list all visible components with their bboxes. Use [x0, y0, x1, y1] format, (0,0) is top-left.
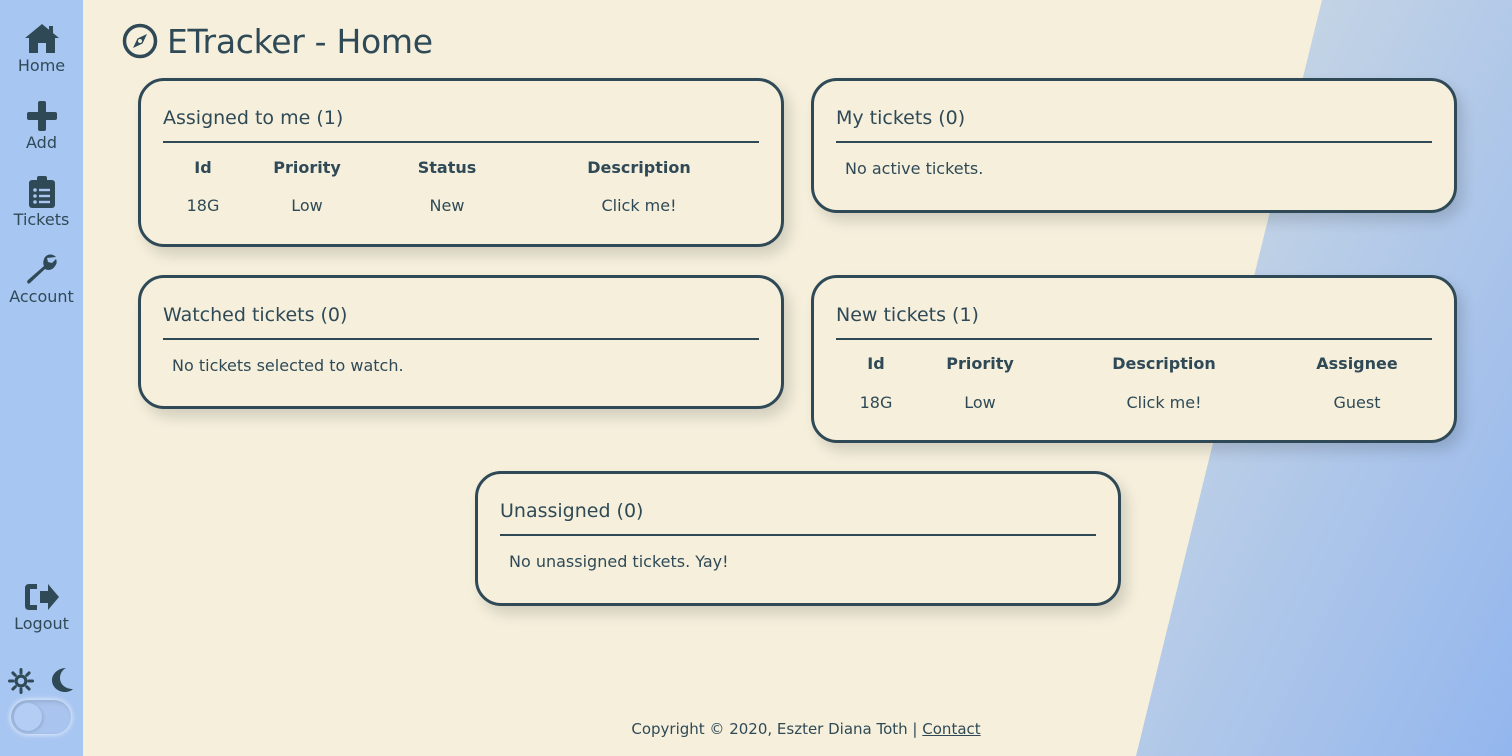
contact-link[interactable]: Contact	[922, 720, 980, 738]
card-title: New tickets (1)	[836, 304, 979, 326]
copyright-text: Copyright © 2020, Eszter Diana Toth |	[631, 720, 918, 738]
unassigned-card: Unassigned (0) No unassigned tickets. Ya…	[475, 471, 1121, 606]
home-icon	[24, 24, 59, 53]
sidebar-item-label: Account	[9, 287, 74, 306]
column-header: Status	[417, 158, 477, 177]
empty-message: No unassigned tickets. Yay!	[509, 552, 729, 571]
ticket-id: 18G	[859, 393, 893, 412]
column-header: Id	[867, 354, 885, 373]
card-divider	[500, 534, 1096, 536]
card-divider	[836, 141, 1432, 143]
logout-label: Logout	[14, 614, 69, 633]
sidebar-item-account[interactable]: Account	[0, 253, 83, 306]
compass-icon	[122, 23, 158, 59]
wrench-icon	[26, 254, 57, 284]
ticket-description: Click me!	[601, 196, 677, 215]
column-header: Assignee	[1316, 354, 1398, 373]
card-title: My tickets (0)	[836, 107, 966, 129]
page-header: ETracker - Home	[122, 18, 433, 64]
ticket-status: New	[429, 196, 465, 215]
sun-icon	[8, 668, 34, 694]
sidebar-item-label: Add	[26, 133, 57, 152]
column-header: Id	[194, 158, 212, 177]
clipboard-icon	[28, 176, 55, 208]
sidebar-item-label: Home	[17, 56, 66, 75]
column-header: Priority	[273, 158, 341, 177]
empty-message: No tickets selected to watch.	[172, 356, 404, 375]
page-title: ETracker - Home	[167, 21, 433, 61]
sidebar-item-home[interactable]: Home	[0, 22, 83, 75]
column-header: Priority	[946, 354, 1014, 373]
sidebar-item-label: Tickets	[13, 210, 70, 229]
ticket-description: Click me!	[1126, 393, 1202, 412]
plus-icon	[26, 101, 57, 131]
column-header: Description	[1112, 354, 1216, 373]
column-header: Description	[587, 158, 691, 177]
card-divider	[836, 338, 1432, 340]
logout-button[interactable]: Logout	[0, 582, 83, 633]
table-header: Id Priority Status Description	[163, 158, 759, 178]
sidebar-item-add[interactable]: Add	[0, 101, 83, 152]
ticket-priority: Low	[291, 196, 323, 215]
card-title: Watched tickets (0)	[163, 304, 348, 326]
card-title: Unassigned (0)	[500, 500, 644, 522]
ticket-id: 18G	[186, 196, 220, 215]
ticket-priority: Low	[964, 393, 996, 412]
sidebar: Home Add Tickets Account Logout	[0, 0, 83, 756]
new-tickets-card: New tickets (1) Id Priority Description …	[811, 275, 1457, 443]
footer: Copyright © 2020, Eszter Diana Toth | Co…	[0, 720, 1512, 738]
ticket-assignee: Guest	[1333, 393, 1381, 412]
card-title: Assigned to me (1)	[163, 107, 344, 129]
sidebar-item-tickets[interactable]: Tickets	[0, 176, 83, 229]
card-divider	[163, 338, 759, 340]
logout-icon	[24, 584, 59, 610]
assigned-to-me-card: Assigned to me (1) Id Priority Status De…	[138, 78, 784, 247]
theme-switcher	[0, 666, 83, 694]
watched-tickets-card: Watched tickets (0) No tickets selected …	[138, 275, 784, 409]
moon-icon	[52, 668, 73, 692]
table-row[interactable]: 18G Low New Click me!	[163, 196, 759, 216]
empty-message: No active tickets.	[845, 159, 984, 178]
my-tickets-card: My tickets (0) No active tickets.	[811, 78, 1457, 213]
table-header: Id Priority Description Assignee	[836, 354, 1432, 374]
table-row[interactable]: 18G Low Click me! Guest	[836, 393, 1432, 413]
card-divider	[163, 141, 759, 143]
